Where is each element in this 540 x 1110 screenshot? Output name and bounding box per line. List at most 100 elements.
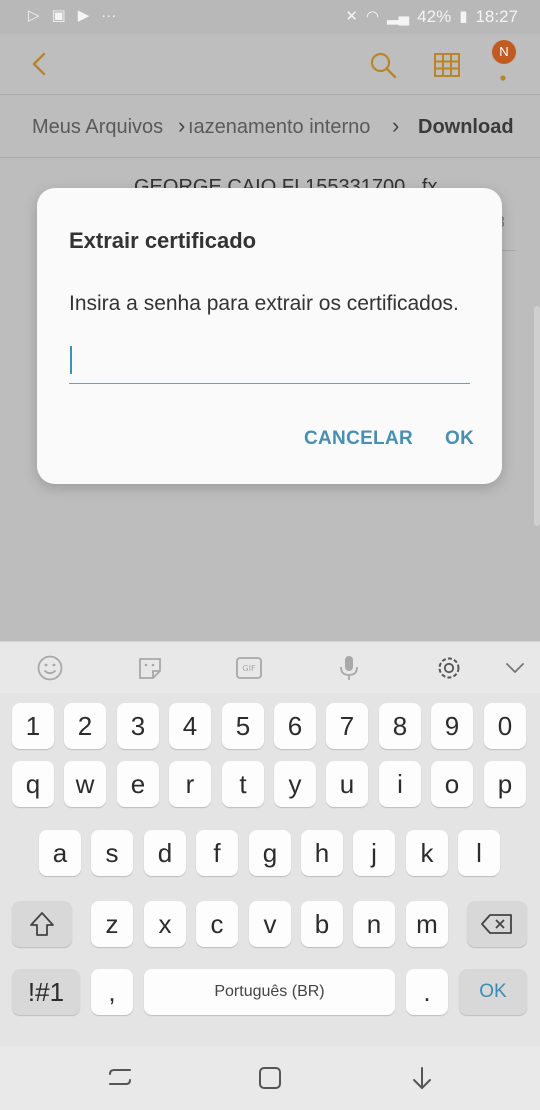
- recent-apps-icon: [109, 1069, 131, 1085]
- key[interactable]: 3: [117, 703, 159, 749]
- backspace-key[interactable]: [467, 901, 527, 947]
- ok-button[interactable]: OK: [445, 428, 474, 450]
- key[interactable]: y: [274, 761, 316, 807]
- back-icon: [413, 1067, 431, 1089]
- key[interactable]: s: [91, 830, 133, 876]
- key[interactable]: p: [484, 761, 526, 807]
- key[interactable]: e: [117, 761, 159, 807]
- play-store-icon: ▷: [28, 7, 40, 24]
- key[interactable]: v: [249, 901, 291, 947]
- key[interactable]: d: [144, 830, 186, 876]
- key[interactable]: u: [326, 761, 368, 807]
- key[interactable]: z: [91, 901, 133, 947]
- more-dots-icon: ···: [101, 7, 117, 24]
- home-icon: [259, 1067, 281, 1089]
- hide-keyboard-button[interactable]: [501, 654, 529, 682]
- key[interactable]: x: [144, 901, 186, 947]
- key[interactable]: c: [196, 901, 238, 947]
- key[interactable]: 4: [169, 703, 211, 749]
- breadcrumb-item-download: Download: [418, 116, 514, 138]
- search-icon: [370, 52, 397, 79]
- play-icon: ▶: [77, 7, 90, 24]
- symbols-key[interactable]: !#1: [12, 969, 80, 1015]
- notification-badge: N: [492, 40, 516, 64]
- key[interactable]: a: [39, 830, 81, 876]
- dialog-title: Extrair certificado: [69, 228, 257, 253]
- chevron-down-icon: [506, 663, 524, 673]
- grid-view-button[interactable]: [432, 50, 462, 80]
- ok-key[interactable]: OK: [459, 969, 527, 1015]
- key[interactable]: m: [406, 901, 448, 947]
- key[interactable]: b: [301, 901, 343, 947]
- cancel-button[interactable]: CANCELAR: [304, 428, 413, 450]
- backspace-icon: [481, 914, 512, 934]
- keyboard-toolbar: GIF: [0, 641, 540, 693]
- image-icon: ▣: [51, 7, 66, 24]
- password-input[interactable]: [69, 344, 470, 384]
- key[interactable]: k: [406, 830, 448, 876]
- breadcrumb: Meus Arquivos › ıazenamento interno › Do…: [0, 94, 540, 158]
- back-button[interactable]: [26, 48, 56, 80]
- status-bar: ▷ ▣ ▶ ··· ✕ ◠ ▂▄ 42% ▮ 18:27: [0, 0, 540, 34]
- battery-icon: ▮: [459, 8, 468, 25]
- period-key[interactable]: .: [406, 969, 448, 1015]
- key[interactable]: 0: [484, 703, 526, 749]
- battery-level: 42%: [417, 7, 452, 26]
- sticker-button[interactable]: [136, 654, 164, 682]
- key[interactable]: 1: [12, 703, 54, 749]
- key[interactable]: j: [353, 830, 395, 876]
- notification-icons: ▷ ▣ ▶ ···: [28, 7, 116, 25]
- key[interactable]: 6: [274, 703, 316, 749]
- key[interactable]: g: [249, 830, 291, 876]
- key[interactable]: o: [431, 761, 473, 807]
- key[interactable]: l: [458, 830, 500, 876]
- key[interactable]: f: [196, 830, 238, 876]
- key[interactable]: 2: [64, 703, 106, 749]
- key[interactable]: 8: [379, 703, 421, 749]
- svg-text:GIF: GIF: [242, 664, 256, 673]
- voice-input-button[interactable]: [335, 654, 363, 682]
- key[interactable]: n: [353, 901, 395, 947]
- key[interactable]: q: [12, 761, 54, 807]
- scrollbar[interactable]: [534, 306, 540, 526]
- mute-icon: ✕: [345, 8, 358, 25]
- key[interactable]: h: [301, 830, 343, 876]
- extract-certificate-dialog: Extrair certificado Insira a senha para …: [37, 188, 502, 484]
- dialog-message: Insira a senha para extrair os certifica…: [69, 292, 459, 315]
- emoji-button[interactable]: [36, 654, 64, 682]
- key[interactable]: 7: [326, 703, 368, 749]
- chevron-right-icon: ›: [178, 113, 186, 138]
- key[interactable]: i: [379, 761, 421, 807]
- breadcrumb-item-internal-storage[interactable]: ıazenamento interno: [188, 116, 370, 139]
- key[interactable]: w: [64, 761, 106, 807]
- grid-view-icon: [434, 53, 460, 77]
- microphone-icon: [340, 656, 358, 680]
- key[interactable]: 5: [222, 703, 264, 749]
- text-cursor: [70, 346, 72, 374]
- space-key[interactable]: Português (BR): [144, 969, 395, 1015]
- back-nav-button[interactable]: [406, 1064, 438, 1092]
- home-button[interactable]: [254, 1064, 286, 1092]
- recent-apps-button[interactable]: [104, 1064, 136, 1092]
- keyboard-settings-button[interactable]: [435, 654, 463, 682]
- shift-key[interactable]: [12, 901, 72, 947]
- navigation-bar: [0, 1046, 540, 1110]
- signal-icon: ▂▄: [386, 8, 410, 25]
- app-bar: N: [0, 34, 540, 94]
- emoji-icon: [37, 655, 63, 681]
- key[interactable]: 9: [431, 703, 473, 749]
- breadcrumb-item-my-files[interactable]: Meus Arquivos: [32, 116, 163, 139]
- wifi-icon: ◠: [365, 8, 379, 25]
- search-button[interactable]: [368, 50, 398, 80]
- comma-key[interactable]: ,: [91, 969, 133, 1015]
- keyboard: 1 2 3 4 5 6 7 8 9 0 q w e r t y u i o p …: [0, 693, 540, 1046]
- sticker-icon: [139, 658, 161, 679]
- gif-button[interactable]: GIF: [235, 654, 263, 682]
- key[interactable]: r: [169, 761, 211, 807]
- gif-icon: GIF: [236, 657, 262, 679]
- chevron-right-icon: ›: [392, 113, 400, 138]
- key[interactable]: t: [222, 761, 264, 807]
- shift-icon: [30, 912, 54, 936]
- settings-icon: [438, 657, 460, 679]
- system-status: ✕ ◠ ▂▄ 42% ▮ 18:27: [345, 7, 518, 27]
